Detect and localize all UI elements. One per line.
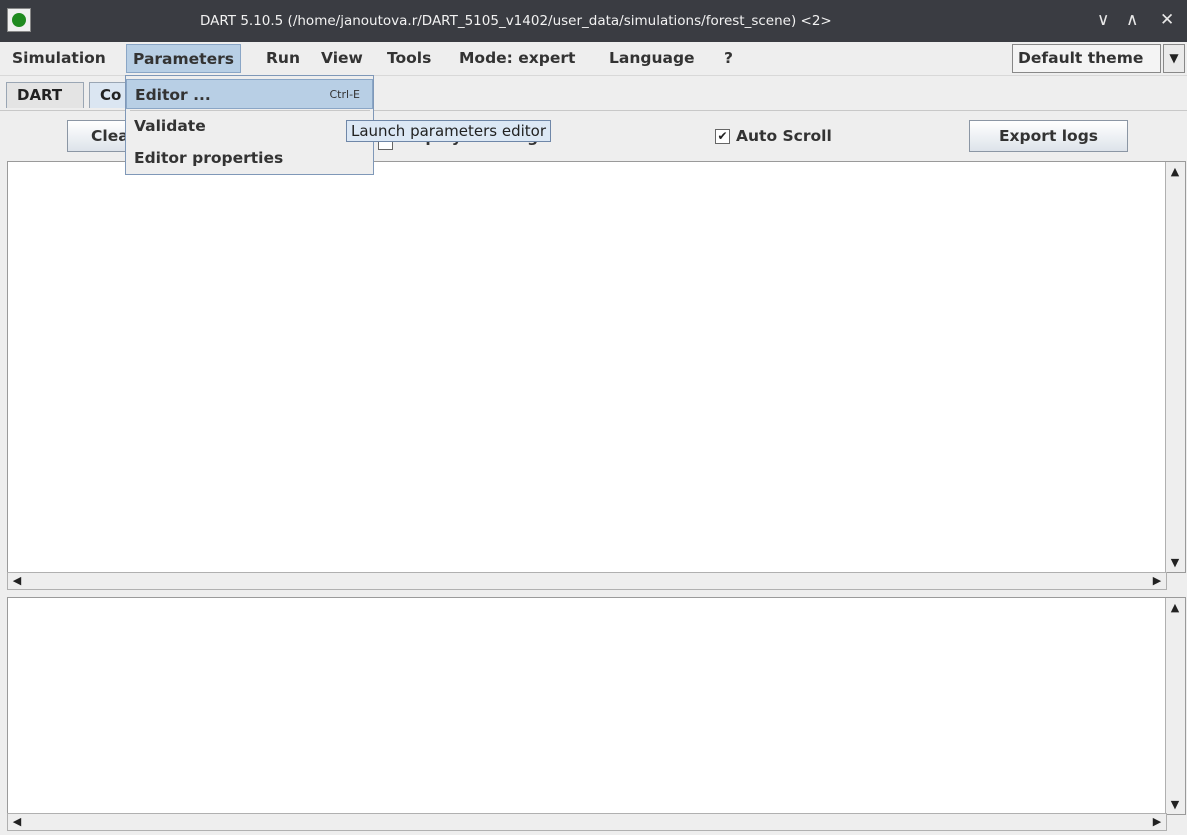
theme-dropdown-arrow-icon[interactable]: ▼ bbox=[1163, 44, 1185, 73]
close-button[interactable]: ✕ bbox=[1160, 10, 1174, 30]
output-vertical-scrollbar[interactable]: ▲ ▼ bbox=[1165, 162, 1185, 572]
maximize-button[interactable]: ∧ bbox=[1126, 10, 1138, 30]
menu-item-editor-label: Editor ... bbox=[135, 86, 211, 104]
app-icon-dot bbox=[12, 13, 26, 27]
tab-dart[interactable]: DART bbox=[6, 82, 84, 108]
output-log-pane[interactable]: ▲ ▼ bbox=[7, 161, 1186, 573]
menu-help[interactable]: ? bbox=[718, 44, 739, 73]
error-log-pane[interactable]: ▲ ▼ bbox=[7, 597, 1186, 815]
menu-language[interactable]: Language bbox=[603, 44, 701, 73]
scroll-up-arrow-icon[interactable]: ▲ bbox=[1166, 601, 1184, 614]
error-vertical-scrollbar[interactable]: ▲ ▼ bbox=[1165, 598, 1185, 814]
menu-item-editor-properties[interactable]: Editor properties bbox=[126, 143, 373, 173]
auto-scroll-label: Auto Scroll bbox=[736, 127, 832, 145]
scroll-down-arrow-icon[interactable]: ▼ bbox=[1166, 556, 1184, 569]
theme-select[interactable]: Default theme bbox=[1012, 44, 1161, 73]
scroll-right-arrow-icon[interactable]: ▶ bbox=[1148, 815, 1166, 828]
scroll-down-arrow-icon[interactable]: ▼ bbox=[1166, 798, 1184, 811]
menu-mode[interactable]: Mode: expert bbox=[453, 44, 581, 73]
export-logs-button[interactable]: Export logs bbox=[969, 120, 1128, 152]
tooltip: Launch parameters editor bbox=[346, 120, 551, 142]
menu-item-editor[interactable]: Editor ... Ctrl-E bbox=[126, 79, 373, 109]
menu-parameters[interactable]: Parameters bbox=[126, 44, 241, 73]
auto-scroll-checkbox[interactable]: ✔ bbox=[715, 129, 730, 144]
menu-tools[interactable]: Tools bbox=[381, 44, 437, 73]
error-horizontal-scrollbar[interactable]: ◀ ▶ bbox=[7, 813, 1167, 831]
menu-view[interactable]: View bbox=[315, 44, 369, 73]
menu-simulation[interactable]: Simulation bbox=[6, 44, 112, 73]
menu-bar: Simulation Parameters Run View Tools Mod… bbox=[0, 42, 1187, 76]
app-icon[interactable] bbox=[7, 8, 31, 32]
menu-item-editor-shortcut: Ctrl-E bbox=[329, 88, 361, 101]
menu-item-validate[interactable]: Validate bbox=[126, 111, 373, 141]
minimize-button[interactable]: ∨ bbox=[1097, 10, 1109, 30]
window-title: DART 5.10.5 (/home/janoutova.r/DART_5105… bbox=[200, 13, 832, 29]
title-bar: DART 5.10.5 (/home/janoutova.r/DART_5105… bbox=[0, 0, 1187, 42]
output-horizontal-scrollbar[interactable]: ◀ ▶ bbox=[7, 572, 1167, 590]
menu-run[interactable]: Run bbox=[260, 44, 306, 73]
parameters-dropdown-menu: Editor ... Ctrl-E Validate Editor proper… bbox=[125, 75, 374, 175]
scroll-left-arrow-icon[interactable]: ◀ bbox=[8, 574, 26, 587]
scroll-right-arrow-icon[interactable]: ▶ bbox=[1148, 574, 1166, 587]
scroll-left-arrow-icon[interactable]: ◀ bbox=[8, 815, 26, 828]
scroll-up-arrow-icon[interactable]: ▲ bbox=[1166, 165, 1184, 178]
